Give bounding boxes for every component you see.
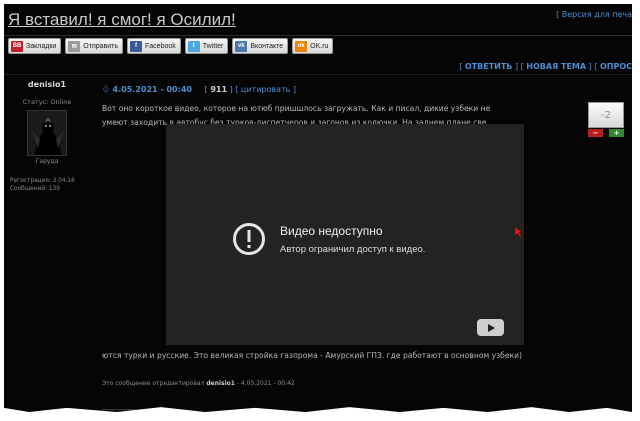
post-number[interactable]: 911 bbox=[210, 85, 227, 94]
mail-icon: ✉ bbox=[68, 40, 81, 52]
message-count: Сообщений: 139 bbox=[10, 186, 60, 192]
share-button-twitter[interactable]: t Twitter bbox=[184, 38, 229, 54]
video-unavailable-message: Видео недоступно Автор ограничил доступ … bbox=[232, 222, 425, 256]
share-bar: BB Закладки ✉ Отправить f Facebook t Twitter vk В… bbox=[8, 38, 334, 54]
edit-note: Это сообщение отредактировал denisio1 - … bbox=[102, 380, 295, 387]
quote-link[interactable]: цитировать bbox=[241, 85, 290, 94]
new-topic-button[interactable]: НОВАЯ ТЕМА bbox=[526, 62, 586, 71]
author-name[interactable]: denisio1 bbox=[8, 80, 86, 89]
video-error-subtitle: Автор ограничил доступ к видео. bbox=[280, 243, 426, 255]
share-button-label: OK.ru bbox=[310, 42, 329, 50]
author-status: Статус: Online bbox=[22, 98, 72, 106]
post-date[interactable]: 4.05.2021 - 00:40 bbox=[113, 85, 192, 94]
share-button-mail[interactable]: ✉ Отправить bbox=[65, 38, 124, 54]
rating-minus-button[interactable]: − bbox=[588, 129, 603, 137]
edit-note-date: - 4.05.2021 - 00:42 bbox=[236, 380, 295, 387]
share-button-label: Facebook bbox=[145, 42, 176, 50]
share-button-bookmarks[interactable]: BB Закладки bbox=[8, 38, 62, 54]
share-button-facebook[interactable]: f Facebook bbox=[127, 38, 181, 54]
share-button-label: Отправить bbox=[83, 42, 119, 50]
header: Я вставил! я смог! я Осилил! [ Версия дл… bbox=[4, 4, 632, 36]
share-button-ok[interactable]: ok OK.ru bbox=[292, 38, 334, 54]
bookmarks-icon: BB bbox=[11, 40, 23, 52]
video-error-title: Видео недоступно bbox=[280, 223, 383, 238]
share-button-vk[interactable]: vk Вконтакте bbox=[232, 38, 289, 54]
vk-icon: vk bbox=[235, 40, 248, 52]
divider bbox=[4, 74, 632, 75]
rating-plus-button[interactable]: + bbox=[609, 129, 624, 137]
forum-page: Я вставил! я смог! я Осилил! [ Версия дл… bbox=[4, 4, 632, 412]
topic-actions: [ ОТВЕТИТЬ ] [ НОВАЯ ТЕМА ] [ ОПРОС bbox=[459, 62, 632, 71]
share-button-label: Закладки bbox=[26, 42, 57, 50]
twitter-icon: t bbox=[187, 40, 200, 52]
avatar[interactable] bbox=[27, 110, 67, 156]
topic-title[interactable]: Я вставил! я смог! я Осилил! bbox=[8, 10, 236, 30]
post-rating: -2 − + bbox=[588, 102, 624, 137]
share-button-label: Вконтакте bbox=[250, 42, 284, 50]
avatar-caption: Гаруда bbox=[35, 158, 59, 165]
poll-button[interactable]: ОПРОС bbox=[600, 62, 632, 71]
post-body-text-continued: ются турки и русские. Это великая стройк… bbox=[102, 351, 523, 360]
youtube-logo-icon[interactable] bbox=[477, 319, 504, 336]
alert-icon bbox=[233, 223, 265, 255]
registration-date: Регистрация: 3.04.16 bbox=[10, 178, 75, 184]
signature-separator: ------------------- bbox=[102, 406, 141, 412]
share-button-label: Twitter bbox=[202, 42, 224, 50]
reply-button[interactable]: ОТВЕТИТЬ bbox=[465, 62, 513, 71]
post-header: ⏀ 4.05.2021 - 00:40 [ 911 ] [ цитировать… bbox=[102, 85, 297, 94]
embedded-video[interactable]: Видео недоступно Автор ограничил доступ … bbox=[166, 124, 524, 345]
edit-note-user[interactable]: denisio1 bbox=[206, 380, 235, 387]
print-version-link[interactable]: [ Версия для печа bbox=[556, 10, 632, 19]
edit-note-prefix: Это сообщение отредактировал bbox=[102, 380, 205, 387]
mouse-cursor-icon bbox=[514, 226, 524, 238]
facebook-icon: f bbox=[130, 40, 143, 52]
rating-value: -2 bbox=[588, 102, 624, 128]
author-meta: Регистрация: 3.04.16 Сообщений: 139 bbox=[10, 177, 86, 193]
author-panel: denisio1 Статус: Online Гаруда Регистрац… bbox=[8, 80, 86, 193]
post-link-icon[interactable]: ⏀ bbox=[102, 85, 110, 94]
ok-icon: ok bbox=[295, 40, 308, 52]
